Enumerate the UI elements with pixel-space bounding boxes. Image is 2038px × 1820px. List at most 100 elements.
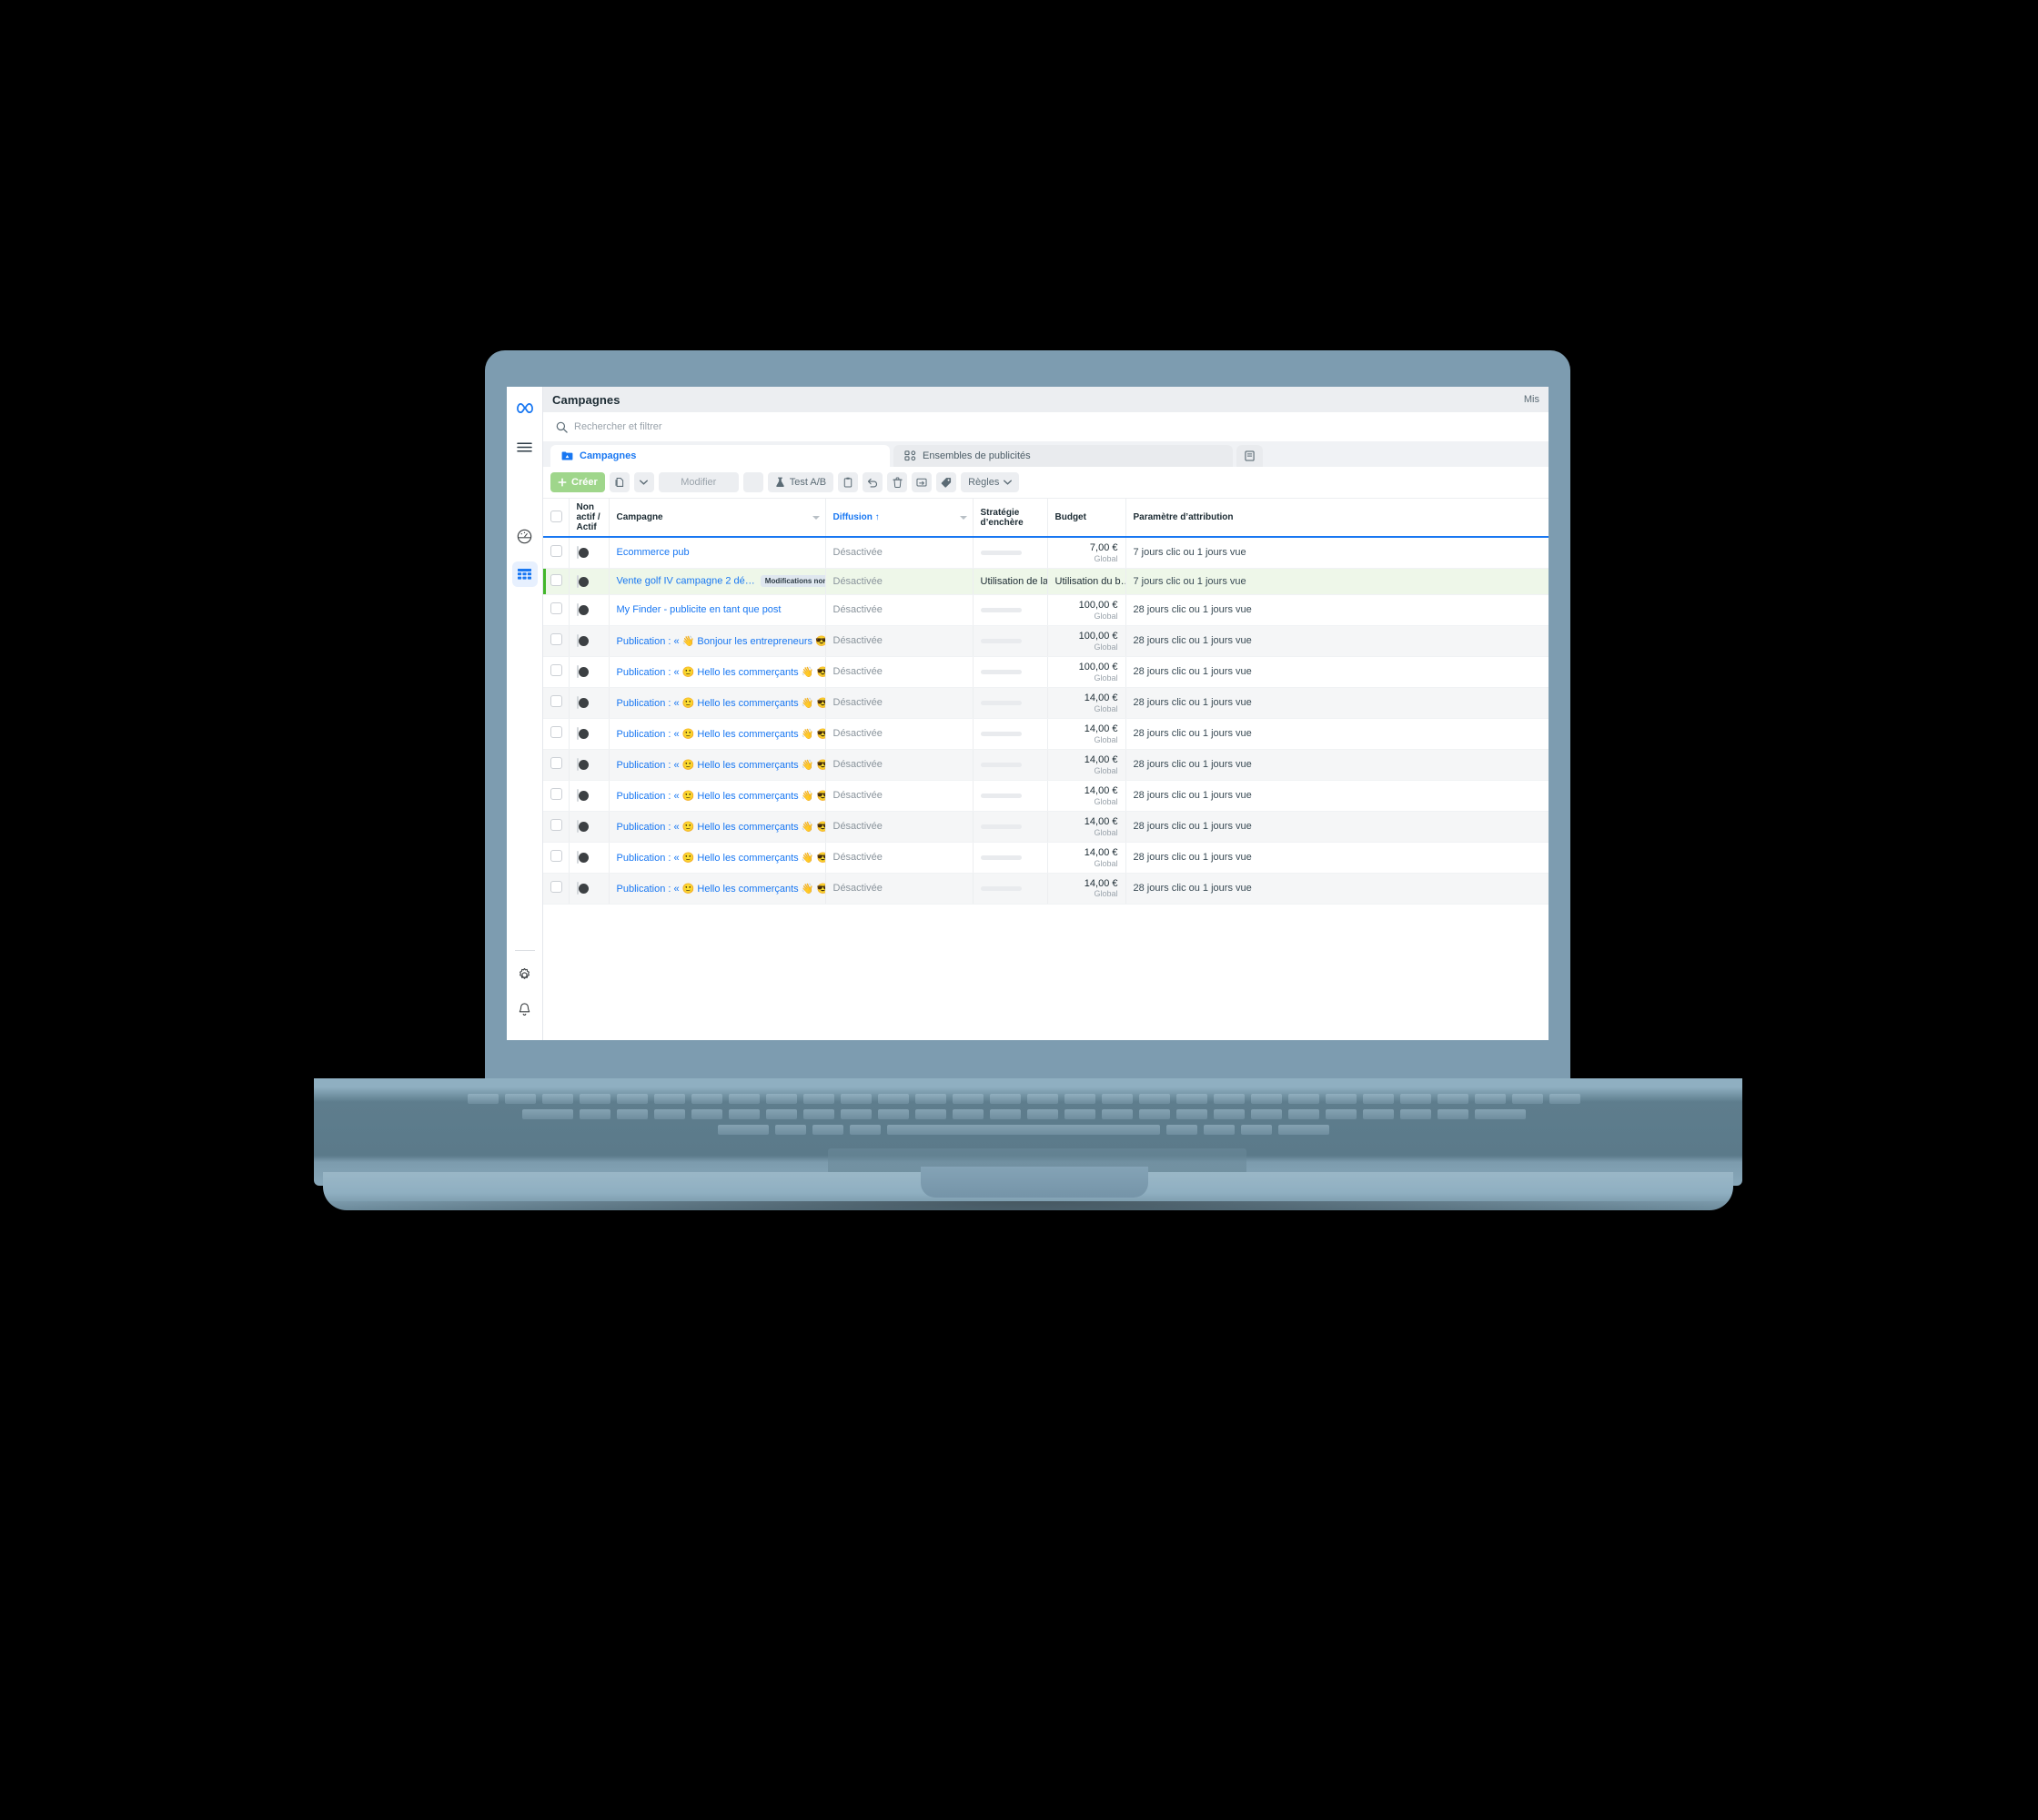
row-status-cell[interactable] [569,749,610,781]
campaign-name-cell[interactable]: Publication : « 🙂 Hello les commerçants … [609,873,826,905]
row-select-cell[interactable] [543,780,570,812]
row-checkbox[interactable] [550,726,562,739]
table-row[interactable]: Publication : « 🙂 Hello les commerçants … [543,656,1549,688]
row-select-cell[interactable] [543,656,570,688]
export-button[interactable] [912,472,933,492]
select-all-header[interactable] [543,499,570,538]
campaign-name-cell[interactable]: Vente golf IV campagne 2 dé… Modification… [609,568,826,595]
table-row[interactable]: Publication : « 🙂 Hello les commerçants … [543,811,1549,843]
row-checkbox[interactable] [550,757,562,770]
status-toggle[interactable] [576,546,579,560]
row-select-cell[interactable] [543,842,570,874]
search-input[interactable]: Rechercher et filtrer [550,417,1541,437]
status-toggle[interactable] [576,882,579,895]
edit-more-button[interactable] [742,472,763,492]
col-header-diffusion[interactable]: Diffusion ↑ [825,499,974,538]
row-select-cell[interactable] [543,625,570,657]
edit-button[interactable]: Modifier [658,472,739,492]
campaign-name-cell[interactable]: Publication : « 🙂 Hello les commerçants … [609,749,826,781]
tag-button[interactable] [936,472,957,492]
status-toggle[interactable] [576,665,579,679]
row-status-cell[interactable] [569,687,610,719]
row-checkbox[interactable] [550,664,562,677]
table-row[interactable]: Publication : « 🙂 Hello les commerçants … [543,718,1549,750]
row-status-cell[interactable] [569,718,610,750]
row-status-cell[interactable] [569,780,610,812]
row-checkbox[interactable] [550,633,562,646]
campaign-name-link[interactable]: Publication : « 🙂 Hello les commerçants … [617,791,825,802]
campaign-name-link[interactable]: Publication : « 🙂 Hello les commerçants … [617,822,825,833]
campaign-name-link[interactable]: Ecommerce pub [617,547,690,558]
status-toggle[interactable] [576,634,579,648]
campaign-name-link[interactable]: Publication : « 🙂 Hello les commerçants … [617,698,825,709]
table-row[interactable]: Publication : « 🙂 Hello les commerçants … [543,873,1549,905]
row-checkbox[interactable] [550,602,562,615]
row-checkbox[interactable] [550,573,562,586]
row-select-cell[interactable] [543,568,570,595]
row-checkbox[interactable] [550,695,562,708]
row-select-cell[interactable] [543,749,570,781]
col-header-campagne[interactable]: Campagne [609,499,826,538]
row-status-cell[interactable] [569,811,610,843]
row-checkbox[interactable] [550,788,562,801]
status-toggle[interactable] [576,820,579,834]
campaign-name-cell[interactable]: Publication : « 🙂 Hello les commerçants … [609,811,826,843]
row-status-cell[interactable] [569,656,610,688]
col-header-budget[interactable]: Budget [1047,499,1126,538]
delete-button[interactable] [887,472,908,492]
table-row[interactable]: Vente golf IV campagne 2 dé… Modification… [543,568,1549,595]
row-select-cell[interactable] [543,811,570,843]
table-row[interactable]: Publication : « 👋 Bonjour les entreprene… [543,625,1549,657]
table-row[interactable]: Publication : « 🙂 Hello les commerçants … [543,749,1549,781]
status-toggle[interactable] [576,789,579,803]
status-toggle[interactable] [576,851,579,864]
campaign-name-cell[interactable]: Publication : « 🙂 Hello les commerçants … [609,780,826,812]
table-row[interactable]: Publication : « 🙂 Hello les commerçants … [543,687,1549,719]
performance-gauge-icon[interactable] [512,523,538,549]
sidebar-item-table[interactable] [511,561,538,587]
rules-button[interactable]: Règles [961,472,1020,492]
row-status-cell[interactable] [569,537,610,569]
campaign-name-link[interactable]: Publication : « 🙂 Hello les commerçants … [617,760,825,771]
chevron-down-icon[interactable] [812,515,820,520]
campaign-name-link[interactable]: Publication : « 👋 Bonjour les entreprene… [617,636,825,647]
row-select-cell[interactable] [543,718,570,750]
campaign-name-link[interactable]: Publication : « 🙂 Hello les commerçants … [617,853,825,864]
campaign-name-link[interactable]: My Finder - publicite en tant que post [617,604,782,615]
campaign-name-cell[interactable]: Publication : « 🙂 Hello les commerçants … [609,842,826,874]
bell-icon[interactable] [512,996,538,1022]
status-toggle[interactable] [576,574,579,588]
undo-button[interactable] [863,472,883,492]
chevron-down-icon[interactable] [959,515,967,520]
row-status-cell[interactable] [569,873,610,905]
row-status-cell[interactable] [569,568,610,595]
campaign-name-cell[interactable]: Ecommerce pub [609,537,826,569]
status-toggle[interactable] [576,603,579,617]
col-header-strategie[interactable]: Stratégie d’enchère [973,499,1048,538]
row-checkbox[interactable] [550,545,562,558]
campaign-name-cell[interactable]: Publication : « 🙂 Hello les commerçants … [609,687,826,719]
campaign-name-cell[interactable]: My Finder - publicite en tant que post [609,594,826,626]
duplicate-dropdown-button[interactable] [633,472,654,492]
ab-test-button[interactable]: Test A/B [767,472,834,492]
tab-publicites[interactable] [1236,445,1263,467]
campaign-name-cell[interactable]: Publication : « 🙂 Hello les commerçants … [609,718,826,750]
campaign-name-link[interactable]: Vente golf IV campagne 2 dé… [617,576,755,587]
row-select-cell[interactable] [543,687,570,719]
campaign-name-link[interactable]: Publication : « 🙂 Hello les commerçants … [617,884,825,895]
table-row[interactable]: Publication : « 🙂 Hello les commerçants … [543,780,1549,812]
row-select-cell[interactable] [543,537,570,569]
table-row[interactable]: Ecommerce pub Désactivée 7,00 € Global 7 jou… [543,537,1549,569]
tab-ensembles-de-publicites[interactable]: Ensembles de publicités [893,445,1233,467]
campaign-name-cell[interactable]: Publication : « 🙂 Hello les commerçants … [609,656,826,688]
row-status-cell[interactable] [569,625,610,657]
campaigns-table-wrap[interactable]: Non actif / Actif Campagne Diffusion ↑ S… [543,499,1549,1040]
duplicate-button[interactable] [609,472,630,492]
meta-logo-icon[interactable] [512,394,538,420]
status-toggle[interactable] [576,696,579,710]
row-checkbox[interactable] [550,850,562,863]
table-row[interactable]: My Finder - publicite en tant que post Dé… [543,594,1549,626]
campaign-name-link[interactable]: Publication : « 🙂 Hello les commerçants … [617,729,825,740]
create-button[interactable]: Créer [550,472,605,492]
gear-icon[interactable] [512,962,538,987]
